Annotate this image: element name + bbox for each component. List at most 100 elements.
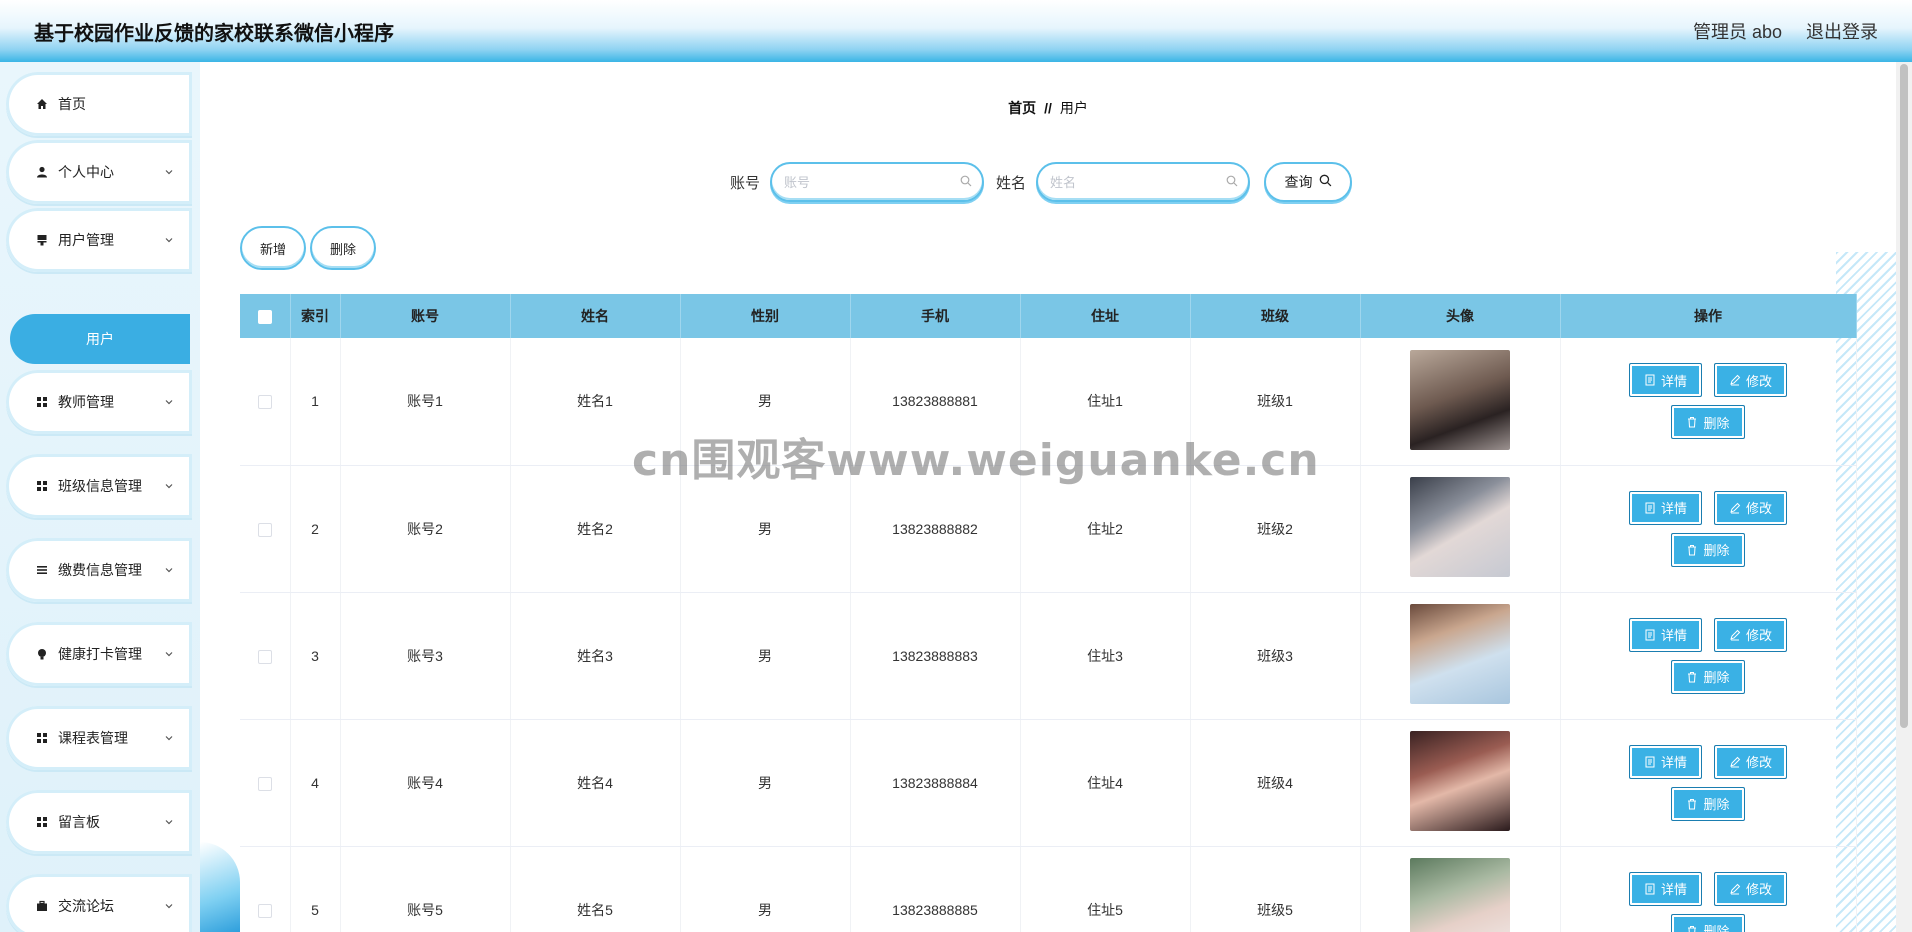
pencil-icon <box>1729 756 1741 768</box>
document-icon <box>1644 502 1656 514</box>
sidebar-item-home[interactable]: 首页 <box>6 72 192 136</box>
delete-button[interactable]: 删除 <box>1671 786 1745 821</box>
cell-address: 住址1 <box>1020 338 1191 466</box>
column-header: 操作 <box>1560 294 1857 338</box>
scrollbar-thumb[interactable] <box>1900 64 1908 728</box>
edit-button[interactable]: 修改 <box>1714 744 1788 779</box>
action-row: 新增 删除 <box>240 226 376 270</box>
search-bar: 账号 姓名 查询 <box>730 162 1353 202</box>
trash-icon <box>1686 925 1698 932</box>
sidebar-item-label: 用户管理 <box>58 232 114 248</box>
name-input[interactable] <box>1050 174 1227 190</box>
cell-gender: 男 <box>680 338 851 466</box>
edit-button-label: 修改 <box>1746 501 1773 516</box>
cell-account: 账号3 <box>340 592 511 720</box>
current-user: 管理员 abo <box>1692 22 1782 42</box>
detail-button-label: 详情 <box>1660 755 1687 770</box>
sidebar-item-schedule-management[interactable]: 课程表管理 <box>6 706 192 770</box>
cell-account: 账号1 <box>340 338 511 466</box>
row-checkbox[interactable] <box>257 522 272 537</box>
account-input[interactable] <box>784 174 961 190</box>
sidebar-item-label: 首页 <box>58 96 86 112</box>
select-all-checkbox[interactable] <box>257 310 272 325</box>
sidebar-item-label: 交流论坛 <box>58 898 114 914</box>
breadcrumb-home[interactable]: 首页 <box>1008 100 1036 116</box>
row-checkbox[interactable] <box>257 649 272 664</box>
cell-phone: 13823888884 <box>850 719 1021 847</box>
sidebar-item-forum[interactable]: 交流论坛 <box>6 874 192 932</box>
cell-class: 班级2 <box>1190 465 1361 593</box>
trash-icon <box>1686 544 1698 556</box>
detail-button[interactable]: 详情 <box>1628 490 1702 525</box>
chevron-down-icon <box>162 815 176 829</box>
vertical-scrollbar[interactable] <box>1896 62 1912 932</box>
delete-button-label: 删除 <box>1703 415 1730 431</box>
top-header: 基于校园作业反馈的家校联系微信小程序 管理员 abo 退出登录 <box>0 0 1912 62</box>
cell-name: 姓名1 <box>510 338 681 466</box>
row-checkbox[interactable] <box>257 395 272 410</box>
cell-account: 账号2 <box>340 465 511 593</box>
grid-icon <box>34 730 50 746</box>
query-button-label: 查询 <box>1284 174 1313 190</box>
cell-gender: 男 <box>680 846 851 932</box>
query-button[interactable]: 查询 <box>1264 162 1353 202</box>
logout-link[interactable]: 退出登录 <box>1806 18 1878 44</box>
sidebar-item-teacher-management[interactable]: 教师管理 <box>6 370 192 434</box>
sidebar-item-user-management[interactable]: 用户管理 <box>6 208 192 272</box>
chevron-down-icon <box>162 899 176 913</box>
detail-button-label: 详情 <box>1660 501 1687 516</box>
sidebar-item-personal-center[interactable]: 个人中心 <box>6 140 192 204</box>
name-search-box <box>1036 162 1251 202</box>
edit-button[interactable]: 修改 <box>1714 871 1788 906</box>
sidebar-item-payment-management[interactable]: 缴费信息管理 <box>6 538 192 602</box>
delete-button[interactable]: 删除 <box>1671 532 1745 567</box>
row-checkbox[interactable] <box>257 903 272 918</box>
grid-icon <box>34 478 50 494</box>
column-header: 头像 <box>1360 294 1561 338</box>
row-checkbox[interactable] <box>257 776 272 791</box>
app-title: 基于校园作业反馈的家校联系微信小程序 <box>34 22 394 45</box>
column-header: 性别 <box>680 294 851 338</box>
sidebar-item-health-checkin[interactable]: 健康打卡管理 <box>6 622 192 686</box>
sidebar-subitem-user[interactable]: 用户 <box>10 314 190 364</box>
table-row: 5 账号5 姓名5 男 13823888885 住址5 班级5 详情 修改 删除 <box>240 846 1857 932</box>
chevron-down-icon <box>162 563 176 577</box>
delete-button[interactable]: 删除 <box>1671 913 1745 932</box>
batch-delete-button[interactable]: 删除 <box>310 226 376 270</box>
detail-button[interactable]: 详情 <box>1628 744 1702 779</box>
chevron-down-icon <box>162 233 176 247</box>
detail-button[interactable]: 详情 <box>1628 617 1702 652</box>
cell-gender: 男 <box>680 719 851 847</box>
header-select-all[interactable] <box>240 294 291 338</box>
pencil-icon <box>1729 629 1741 641</box>
breadcrumb: 首页 // 用户 <box>200 98 1896 118</box>
delete-button[interactable]: 删除 <box>1671 659 1745 694</box>
detail-button[interactable]: 详情 <box>1628 871 1702 906</box>
cell-name: 姓名5 <box>510 846 681 932</box>
table-row: 1 账号1 姓名1 男 13823888881 住址1 班级1 详情 修改 删除 <box>240 338 1857 466</box>
chevron-down-icon <box>162 165 176 179</box>
list-icon <box>34 562 50 578</box>
account-search-box <box>770 162 985 202</box>
chevron-down-icon <box>162 479 176 493</box>
column-header: 索引 <box>290 294 341 338</box>
edit-button[interactable]: 修改 <box>1714 363 1788 398</box>
sidebar-item-message-board[interactable]: 留言板 <box>6 790 192 854</box>
column-header: 班级 <box>1190 294 1361 338</box>
cell-index: 1 <box>290 338 341 466</box>
edit-button[interactable]: 修改 <box>1714 490 1788 525</box>
cell-address: 住址2 <box>1020 465 1191 593</box>
sidebar-item-label: 班级信息管理 <box>58 478 142 494</box>
avatar <box>1410 349 1510 450</box>
avatar <box>1410 858 1510 932</box>
edit-button[interactable]: 修改 <box>1714 617 1788 652</box>
sidebar-item-class-management[interactable]: 班级信息管理 <box>6 454 192 518</box>
detail-button-label: 详情 <box>1660 882 1687 897</box>
cell-address: 住址3 <box>1020 592 1191 720</box>
add-button[interactable]: 新增 <box>240 226 306 270</box>
document-icon <box>1644 756 1656 768</box>
cell-class: 班级5 <box>1190 846 1361 932</box>
delete-button[interactable]: 删除 <box>1671 405 1745 440</box>
detail-button-label: 详情 <box>1660 628 1687 643</box>
detail-button[interactable]: 详情 <box>1628 363 1702 398</box>
